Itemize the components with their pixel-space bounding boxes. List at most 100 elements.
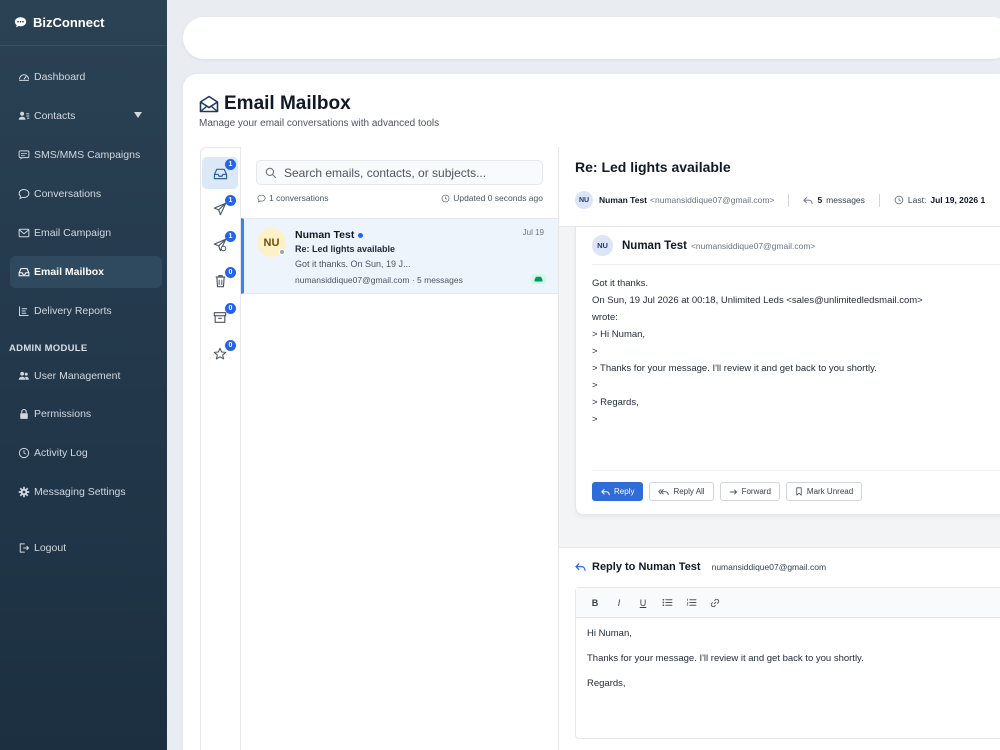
sidebar-item-dashboard[interactable]: Dashboard xyxy=(10,61,162,93)
forward-button[interactable]: Forward xyxy=(719,482,780,501)
message-actions: Reply Reply All Forward Mark Unread xyxy=(592,482,863,501)
sidebar-item-label: Email Mailbox xyxy=(34,266,105,278)
page-header: Email Mailbox xyxy=(199,93,351,115)
reply-icon xyxy=(601,488,610,496)
folder-starred[interactable]: 0 xyxy=(202,338,238,370)
folder-sent[interactable]: 1 xyxy=(202,193,238,225)
folder-count-badge: 1 xyxy=(225,159,236,170)
sidebar-item-messaging-settings[interactable]: Messaging Settings xyxy=(10,476,162,508)
reply-composer: Reply to Numan Test numansiddique07@gmai… xyxy=(559,547,1000,750)
logout-button[interactable]: Logout xyxy=(10,532,162,564)
reply-line: Thanks for your message. I'll review it … xyxy=(587,653,864,664)
top-bar xyxy=(183,17,1000,59)
sidebar-item-sms-campaigns[interactable]: SMS/MMS Campaigns xyxy=(10,139,162,171)
reply-line: Regards, xyxy=(587,678,626,689)
message-body: Got it thanks. On Sun, 19 Jul 2026 at 00… xyxy=(592,275,1000,428)
thread-info: NU Numan Test <numansiddique07@gmail.com… xyxy=(575,191,985,209)
contacts-icon xyxy=(18,110,30,122)
thread-header: Re: Led lights available NU Numan Test <… xyxy=(559,147,1000,227)
sidebar-item-conversations[interactable]: Conversations xyxy=(10,178,162,210)
list-meta: 1 conversations Updated 0 seconds ago xyxy=(257,193,543,203)
last-label: Last: xyxy=(907,195,927,205)
sidebar-item-label: Conversations xyxy=(34,188,102,200)
sidebar-item-contacts[interactable]: Contacts xyxy=(10,100,162,132)
folder-count-badge: 0 xyxy=(225,303,236,314)
message-sender: NU Numan Test <numansiddique07@gmail.com… xyxy=(592,235,815,256)
link-button[interactable] xyxy=(706,594,724,612)
avatar: NU xyxy=(575,191,593,209)
send-icon xyxy=(213,202,227,216)
mark-unread-button-label: Mark Unread xyxy=(806,487,854,496)
reply-text[interactable]: Hi Numan, Thanks for your message. I'll … xyxy=(576,618,1000,713)
message-count: 5 messages xyxy=(803,195,865,205)
scheduled-send-icon xyxy=(213,238,227,252)
editor-toolbar: B I U xyxy=(576,588,1000,618)
search-box[interactable] xyxy=(256,160,543,185)
folder-inbox[interactable]: 1 xyxy=(202,157,238,189)
sidebar-item-user-management[interactable]: User Management xyxy=(10,360,162,392)
chevron-down-icon[interactable] xyxy=(134,112,142,118)
folder-count-badge: 0 xyxy=(225,340,236,351)
logout-icon xyxy=(18,542,30,554)
sidebar-item-label: Dashboard xyxy=(34,71,86,83)
sidebar-item-label: SMS/MMS Campaigns xyxy=(34,149,141,161)
underline-button[interactable]: U xyxy=(634,594,652,612)
folder-trash[interactable]: 0 xyxy=(202,265,238,297)
sidebar-item-label: Email Campaign xyxy=(34,227,112,239)
page-title: Email Mailbox xyxy=(224,93,351,114)
sidebar-item-email-campaign[interactable]: Email Campaign xyxy=(10,217,162,249)
divider xyxy=(788,193,790,207)
dashboard-icon xyxy=(18,71,30,83)
envelope-open-icon xyxy=(199,95,219,113)
reply-editor[interactable]: B I U Hi Numan, Thanks for your message.… xyxy=(575,587,1000,739)
sidebar-item-activity-log[interactable]: Activity Log xyxy=(10,437,162,469)
sidebar-item-label: Contacts xyxy=(34,110,76,122)
reply-line: Hi Numan, xyxy=(587,628,632,639)
bullet-list-button[interactable] xyxy=(658,594,676,612)
reply-button[interactable]: Reply xyxy=(592,482,644,501)
updated-text: Updated 0 seconds ago xyxy=(453,193,543,203)
sidebar-item-email-mailbox[interactable]: Email Mailbox xyxy=(10,256,162,288)
list-item[interactable]: NU Numan Test Jul 19 Re: Led lights avai… xyxy=(241,218,558,294)
bookmark-icon xyxy=(795,487,803,496)
inbox-icon xyxy=(213,167,228,180)
reply-all-button[interactable]: Reply All xyxy=(649,482,714,501)
mark-unread-button[interactable]: Mark Unread xyxy=(785,482,863,501)
star-icon xyxy=(213,347,227,361)
sidebar-item-delivery-reports[interactable]: Delivery Reports xyxy=(10,295,162,327)
sidebar-item-label: Permissions xyxy=(34,408,92,420)
message-line: > Regards, xyxy=(592,397,639,408)
reply-title: Reply to Numan Test xyxy=(592,561,701,573)
reply-icon xyxy=(803,196,813,205)
numbered-list-button[interactable] xyxy=(682,594,700,612)
sidebar-item-permissions[interactable]: Permissions xyxy=(10,398,162,430)
presence-indicator xyxy=(279,249,285,255)
message-count-value: 5 xyxy=(817,195,823,205)
chat-icon xyxy=(18,188,30,200)
numbered-list-icon xyxy=(685,598,697,607)
message-line: > xyxy=(592,346,598,357)
last-activity: Last: Jul 19, 2026 1 xyxy=(894,195,985,205)
bold-button[interactable]: B xyxy=(586,594,604,612)
brand[interactable]: BizConnect xyxy=(0,0,167,46)
inbox-tag-icon xyxy=(531,274,546,284)
reply-all-button-label: Reply All xyxy=(673,487,705,496)
search-icon xyxy=(265,167,277,179)
message-count-label: messages xyxy=(826,195,865,205)
reply-icon xyxy=(575,562,586,572)
italic-button[interactable]: I xyxy=(610,594,628,612)
folder-scheduled[interactable]: 1 xyxy=(202,229,238,261)
clock-icon xyxy=(894,195,904,205)
link-icon xyxy=(710,598,720,608)
folder-count-badge: 0 xyxy=(225,267,236,278)
sidebar-item-label: Activity Log xyxy=(34,447,88,459)
message-line: wrote: xyxy=(592,312,618,323)
divider xyxy=(592,470,1000,471)
folder-archive[interactable]: 0 xyxy=(202,301,238,333)
conversation-meta: numansiddique07@gmail.com · 5 messages xyxy=(295,275,463,285)
search-input[interactable] xyxy=(284,165,534,180)
conversation-date: Jul 19 xyxy=(522,228,544,237)
last-value: Jul 19, 2026 1 xyxy=(930,195,986,205)
thread-from-email: <numansiddique07@gmail.com> xyxy=(650,195,775,205)
folder-count-badge: 1 xyxy=(225,231,236,242)
